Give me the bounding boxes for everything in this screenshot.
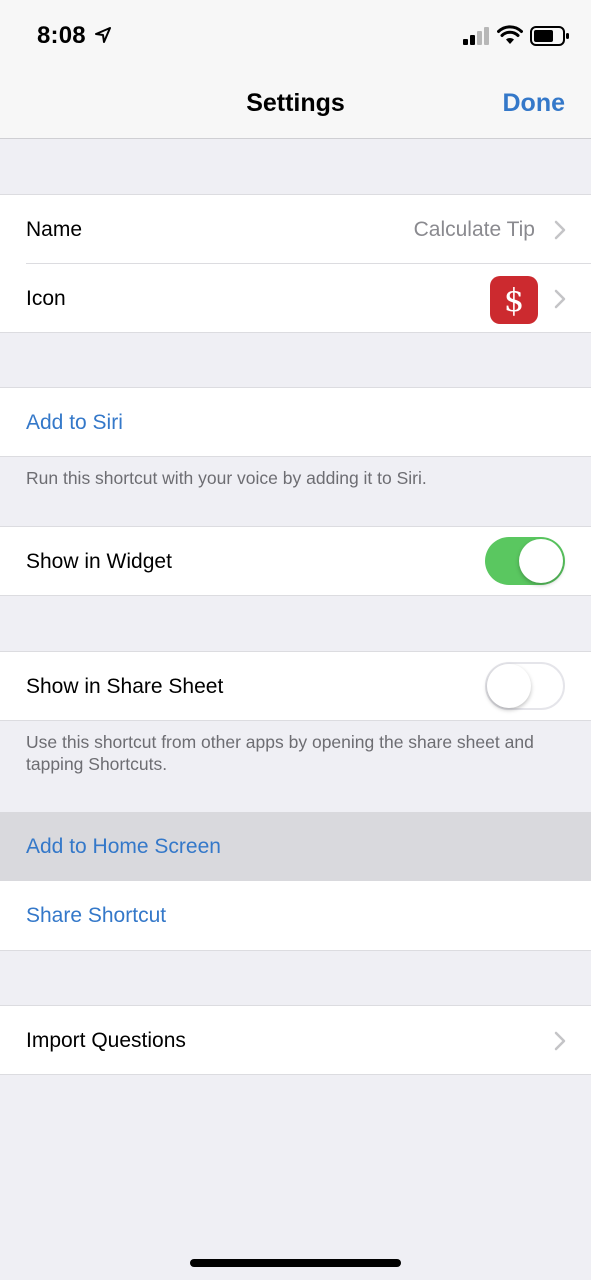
cellular-signal-icon xyxy=(463,27,489,45)
add-to-siri-row[interactable]: Add to Siri xyxy=(0,388,591,457)
chevron-right-icon xyxy=(554,220,566,240)
chevron-right-icon xyxy=(554,1031,566,1051)
toggle-knob xyxy=(519,539,563,583)
share-shortcut-row[interactable]: Share Shortcut xyxy=(0,881,591,950)
separator xyxy=(0,332,591,333)
wifi-icon xyxy=(497,25,523,44)
dollar-app-icon: $ xyxy=(490,276,538,324)
battery-icon xyxy=(530,26,569,46)
share-sheet-footer-text: Use this shortcut from other apps by ope… xyxy=(26,732,534,774)
add-to-home-screen-row[interactable]: Add to Home Screen xyxy=(0,812,591,881)
toggle-knob xyxy=(487,664,531,708)
separator xyxy=(0,1074,591,1075)
share-shortcut-label: Share Shortcut xyxy=(26,904,167,927)
show-in-widget-row: Show in Widget xyxy=(0,527,591,596)
separator xyxy=(0,950,591,951)
location-arrow-icon xyxy=(95,27,111,43)
status-bar: 8:08 xyxy=(0,0,591,70)
icon-label: Icon xyxy=(26,287,66,310)
chevron-right-icon xyxy=(554,289,566,309)
import-questions-label: Import Questions xyxy=(26,1029,186,1052)
show-in-share-sheet-label: Show in Share Sheet xyxy=(26,675,224,698)
separator xyxy=(0,595,591,596)
separator xyxy=(0,720,591,721)
separator xyxy=(0,456,591,457)
add-to-home-screen-label: Add to Home Screen xyxy=(26,835,221,858)
status-time: 8:08 xyxy=(37,22,86,49)
home-indicator[interactable] xyxy=(190,1259,401,1267)
import-questions-row[interactable]: Import Questions xyxy=(0,1006,591,1075)
show-in-widget-label: Show in Widget xyxy=(26,550,172,573)
name-label: Name xyxy=(26,218,83,241)
name-row[interactable]: Name Calculate Tip xyxy=(0,195,591,264)
add-to-siri-label: Add to Siri xyxy=(26,411,123,434)
navigation-bar: Settings Done xyxy=(0,70,591,139)
name-value: Calculate Tip xyxy=(413,218,535,241)
show-in-share-sheet-toggle[interactable] xyxy=(485,662,565,710)
done-button[interactable]: Done xyxy=(503,89,566,118)
show-in-share-sheet-row: Show in Share Sheet xyxy=(0,652,591,721)
show-in-widget-toggle[interactable] xyxy=(485,537,565,585)
siri-footer-text: Run this shortcut with your voice by add… xyxy=(26,468,427,488)
icon-row[interactable]: Icon $ xyxy=(0,264,591,333)
